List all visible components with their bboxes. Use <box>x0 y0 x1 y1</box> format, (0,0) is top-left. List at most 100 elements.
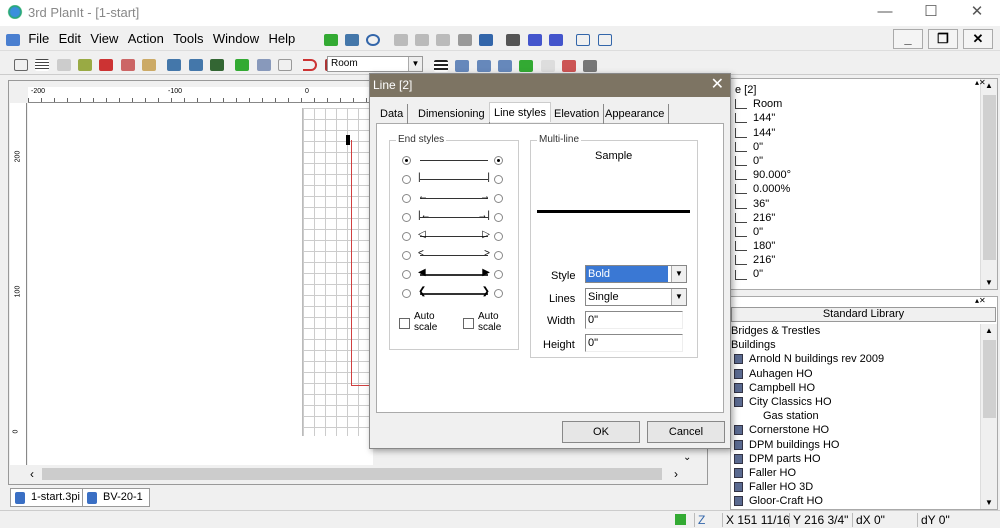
cancel-button[interactable]: Cancel <box>647 421 725 443</box>
lines-select[interactable]: Single ▼ <box>585 288 687 306</box>
tab-appearance[interactable]: Appearance <box>601 104 670 124</box>
end-style-left-radio[interactable] <box>402 194 411 203</box>
library-item[interactable]: Auhagen HO <box>731 367 884 381</box>
tool-icon[interactable] <box>393 33 408 46</box>
maximize-button[interactable]: ☐ <box>908 0 954 26</box>
close-button[interactable]: ✕ <box>954 0 1000 26</box>
switch-icon[interactable] <box>142 58 157 71</box>
tool-icon[interactable] <box>188 58 203 71</box>
property-row[interactable]: 144" <box>731 126 997 140</box>
layer-select[interactable]: Room ▼ <box>327 56 423 72</box>
library-item[interactable]: Buildings <box>731 338 884 352</box>
ok-button[interactable]: OK <box>562 421 640 443</box>
horizontal-scrollbar[interactable]: ‹ › <box>28 466 680 482</box>
draw-icon[interactable] <box>56 58 71 71</box>
property-row[interactable]: 180" <box>731 239 997 253</box>
scroll-down-icon[interactable]: ⌄ <box>683 452 691 463</box>
edit-icon[interactable] <box>597 33 612 46</box>
end-style-left-radio[interactable] <box>402 156 411 165</box>
scroll-left-icon[interactable]: ‹ <box>30 467 34 481</box>
panel-pin-icon[interactable]: ▴✕ <box>975 296 986 305</box>
end-style-left-radio[interactable] <box>402 289 411 298</box>
end-style-left-radio[interactable] <box>402 213 411 222</box>
end-style-right-radio[interactable] <box>494 213 503 222</box>
end-style-left-radio[interactable] <box>402 232 411 241</box>
end-style-right-radio[interactable] <box>494 270 503 279</box>
tool-icon[interactable] <box>436 33 451 46</box>
tab-data[interactable]: Data <box>376 104 409 124</box>
menu-file[interactable]: File <box>25 27 52 51</box>
library-item[interactable]: Campbell HO <box>731 381 884 395</box>
property-row[interactable]: Room <box>731 97 997 111</box>
library-header[interactable]: Standard Library <box>731 307 996 322</box>
mdi-close-button[interactable]: ✕ <box>963 29 993 49</box>
image-icon[interactable] <box>278 58 293 71</box>
minimize-button[interactable]: — <box>862 0 908 26</box>
camera-icon[interactable] <box>478 33 493 46</box>
library-item[interactable]: Faller HO <box>731 466 884 480</box>
lines-icon[interactable] <box>35 58 50 71</box>
selected-line[interactable] <box>351 140 371 386</box>
zoom-all-icon[interactable] <box>549 33 563 46</box>
property-row[interactable]: 36" <box>731 197 997 211</box>
end-style-right-radio[interactable] <box>494 194 503 203</box>
grid-icon[interactable] <box>14 58 28 71</box>
render-icon[interactable] <box>344 33 359 46</box>
text-icon[interactable] <box>540 59 555 72</box>
library-item[interactable]: DPM buildings HO <box>731 438 884 452</box>
slope-icon[interactable] <box>519 59 534 72</box>
curve-icon[interactable] <box>120 58 135 71</box>
end-style-right-radio[interactable] <box>494 156 503 165</box>
dialog-close-button[interactable]: ✕ <box>711 74 724 96</box>
library-item[interactable]: City Classics HO <box>731 395 884 409</box>
tool-icon[interactable] <box>414 33 429 46</box>
end-style-right-radio[interactable] <box>494 175 503 184</box>
auto-scale-right-checkbox[interactable] <box>463 318 474 329</box>
tool-icon[interactable] <box>476 59 491 72</box>
library-item[interactable]: DPM parts HO <box>731 452 884 466</box>
end-style-left-radio[interactable] <box>402 175 411 184</box>
doc-tab-1-start[interactable]: 1-start.3pi <box>10 488 85 507</box>
select-icon[interactable] <box>457 33 472 46</box>
end-style-left-radio[interactable] <box>402 251 411 260</box>
auto-scale-left-checkbox[interactable] <box>399 318 410 329</box>
point-icon[interactable] <box>99 58 114 71</box>
library-item[interactable]: Cornerstone HO <box>731 423 884 437</box>
tool-icon[interactable] <box>498 59 513 72</box>
property-row[interactable]: 0.000% <box>731 182 997 196</box>
tool-icon[interactable] <box>235 58 250 71</box>
library-item[interactable]: Faller HO 3D <box>731 480 884 494</box>
width-input[interactable]: 0" <box>585 311 683 329</box>
end-style-right-radio[interactable] <box>494 232 503 241</box>
menu-window[interactable]: Window <box>210 27 262 51</box>
window-icon[interactable] <box>576 33 591 46</box>
tab-elevation[interactable]: Elevation <box>550 104 605 124</box>
menu-tools[interactable]: Tools <box>170 27 206 51</box>
property-row[interactable]: 0" <box>731 140 997 154</box>
mdi-restore-button[interactable]: ❐ <box>928 29 958 49</box>
library-scrollbar[interactable]: ▲ ▼ <box>980 324 997 509</box>
properties-scrollbar[interactable]: ▲ ▼ <box>980 79 997 289</box>
track-icon[interactable] <box>78 58 93 71</box>
end-style-right-radio[interactable] <box>494 289 503 298</box>
line-handle[interactable] <box>346 135 350 145</box>
property-row[interactable]: 0" <box>731 267 997 281</box>
library-item[interactable]: Bridges & Trestles <box>731 324 884 338</box>
height-input[interactable]: 0" <box>585 334 683 352</box>
tool-icon[interactable] <box>167 58 182 71</box>
library-item[interactable]: Arnold N buildings rev 2009 <box>731 352 884 366</box>
property-row[interactable]: 216" <box>731 211 997 225</box>
scroll-right-icon[interactable]: › <box>674 467 678 481</box>
property-row[interactable]: 144" <box>731 111 997 125</box>
property-row[interactable]: 0" <box>731 154 997 168</box>
library-item[interactable]: Gas station <box>731 409 884 423</box>
property-row[interactable]: 0" <box>731 225 997 239</box>
zoom-fit-icon[interactable] <box>527 33 542 46</box>
property-row[interactable]: 90.000° <box>731 168 997 182</box>
calendar-icon[interactable] <box>256 58 271 71</box>
style-select[interactable]: Bold ▼ <box>585 265 687 283</box>
property-row[interactable]: 216" <box>731 253 997 267</box>
library-item[interactable]: Gloor-Craft HO <box>731 494 884 508</box>
refresh-icon[interactable] <box>366 33 381 46</box>
end-style-left-radio[interactable] <box>402 270 411 279</box>
